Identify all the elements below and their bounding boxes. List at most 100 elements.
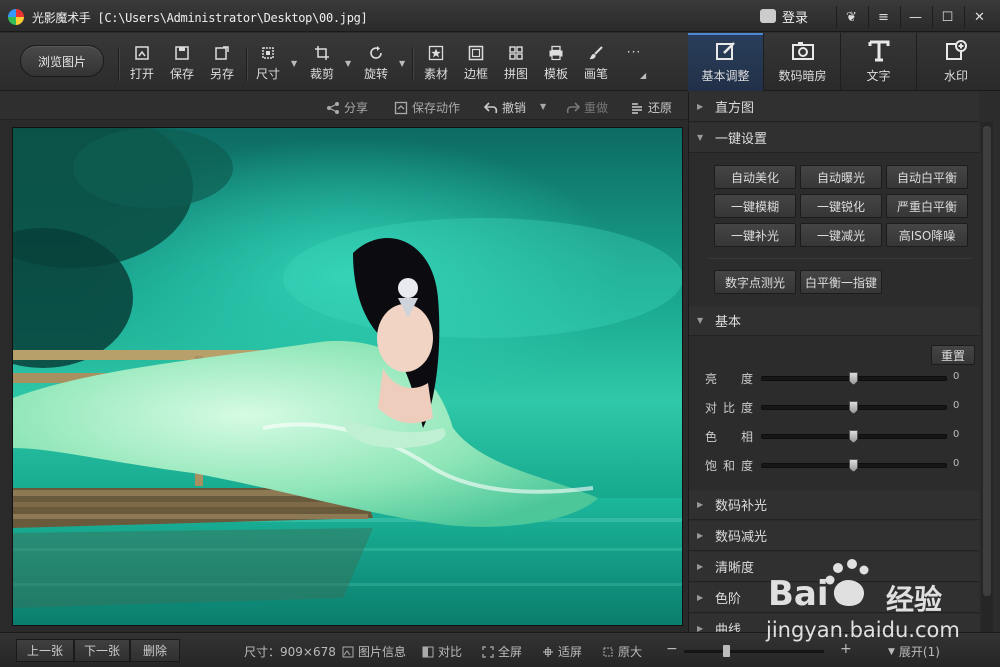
save-as-button[interactable]: 另存 <box>204 45 240 82</box>
section-levels[interactable]: ▶ 色阶 <box>689 583 979 613</box>
toolbar-divider <box>246 47 247 81</box>
brush-button[interactable]: 画笔 <box>578 45 614 82</box>
delete-button[interactable]: 删除 <box>130 639 180 662</box>
material-button[interactable]: 素材 <box>418 45 454 82</box>
hue-value: 0 <box>953 429 960 440</box>
maximize-button[interactable]: ☐ <box>932 6 962 28</box>
tab-basic-adjust[interactable]: 基本调整 <box>688 33 764 91</box>
section-digital-fill-light[interactable]: ▶ 数码补光 <box>689 490 979 520</box>
chevron-right-icon: ▶ <box>697 562 704 571</box>
save-button[interactable]: 保存 <box>164 45 200 82</box>
section-clarity[interactable]: ▶ 清晰度 <box>689 552 979 582</box>
reset-button[interactable]: 重置 <box>931 345 975 365</box>
section-curves[interactable]: ▶ 曲线 <box>689 614 979 632</box>
brush-icon <box>589 46 603 60</box>
crop-dropdown-icon[interactable]: ▼ <box>345 59 353 68</box>
tab-watermark[interactable]: 水印 <box>918 33 994 91</box>
printer-icon <box>549 45 563 61</box>
save-action-button[interactable]: 保存动作 <box>394 99 460 116</box>
toolbar-divider <box>118 47 119 81</box>
section-basic[interactable]: ▼ 基本 <box>689 306 979 336</box>
contrast-slider-knob[interactable] <box>849 401 858 414</box>
auto-exposure-button[interactable]: 自动曝光 <box>800 165 882 189</box>
canvas-area[interactable] <box>0 120 688 632</box>
brightness-slider[interactable] <box>761 372 947 385</box>
previous-image-button[interactable]: 上一张 <box>16 639 74 662</box>
zoom-slider[interactable] <box>684 645 824 657</box>
compare-button[interactable]: 对比 <box>422 643 462 660</box>
more-tools-button[interactable]: ··· <box>616 45 652 59</box>
white-balance-picker-button[interactable]: 白平衡一指键 <box>800 270 882 294</box>
high-iso-denoise-button[interactable]: 高ISO降噪 <box>886 223 968 247</box>
auto-white-balance-button[interactable]: 自动白平衡 <box>886 165 968 189</box>
image-info-button[interactable]: 图片信息 <box>342 643 406 660</box>
section-one-click[interactable]: ▼ 一键设置 <box>689 123 979 153</box>
spot-metering-button[interactable]: 数字点测光 <box>714 270 796 294</box>
hue-slider[interactable] <box>761 430 947 443</box>
restore-button[interactable]: 还原 <box>630 99 672 116</box>
section-histogram[interactable]: ▶ 直方图 <box>689 92 979 122</box>
zoom-in-button[interactable]: + <box>840 641 852 657</box>
minimize-button[interactable]: — <box>900 6 930 28</box>
one-click-sharpen-button[interactable]: 一键锐化 <box>800 194 882 218</box>
original-size-button[interactable]: 原大 <box>602 643 642 660</box>
share-button[interactable]: 分享 <box>326 99 368 116</box>
photo-canvas[interactable] <box>12 127 683 626</box>
undo-dropdown-icon[interactable]: ▼ <box>540 102 546 111</box>
collage-button[interactable]: 拼图 <box>498 45 534 82</box>
tab-text[interactable]: 文字 <box>841 33 917 91</box>
panel-tabs: 基本调整 数码暗房 文字 水印 <box>688 33 1000 91</box>
window-title: 光影魔术手 [C:\Users\Administrator\Desktop\00… <box>32 11 368 25</box>
one-click-fill-light-button[interactable]: 一键补光 <box>714 223 796 247</box>
crop-button[interactable]: 裁剪 <box>304 45 340 82</box>
slider-label-saturation: 饱和度 <box>705 459 760 473</box>
minimize-icon: — <box>909 9 922 25</box>
one-click-reduce-light-button[interactable]: 一键减光 <box>800 223 882 247</box>
zoom-slider-knob[interactable] <box>723 645 730 657</box>
saturation-slider[interactable] <box>761 459 947 472</box>
browse-images-button[interactable]: 浏览图片 <box>20 45 104 77</box>
hue-slider-knob[interactable] <box>849 430 858 443</box>
fit-screen-icon <box>543 646 553 657</box>
skin-button[interactable]: ❦ <box>836 6 866 28</box>
redo-button[interactable]: 重做 <box>566 99 608 116</box>
toolbar-divider <box>412 47 413 81</box>
auto-beautify-button[interactable]: 自动美化 <box>714 165 796 189</box>
tab-digital-darkroom[interactable]: 数码暗房 <box>765 33 841 91</box>
border-button[interactable]: 边框 <box>458 45 494 82</box>
saturation-slider-knob[interactable] <box>849 459 858 472</box>
rotate-button[interactable]: 旋转 <box>358 45 394 82</box>
more-icon: ··· <box>626 45 642 59</box>
expand-button[interactable]: ▼ 展开(1) <box>888 643 940 660</box>
panel-scrollbar[interactable] <box>981 122 993 632</box>
severe-white-balance-button[interactable]: 严重白平衡 <box>886 194 968 218</box>
camera-icon <box>791 42 814 60</box>
grid-icon <box>509 46 523 60</box>
rotate-dropdown-icon[interactable]: ▼ <box>399 59 407 68</box>
frame-icon <box>468 45 484 61</box>
undo-button[interactable]: 撤销 <box>484 99 526 116</box>
zoom-out-button[interactable]: − <box>666 641 678 657</box>
user-icon <box>760 9 776 23</box>
fit-screen-button[interactable]: 适屏 <box>542 643 582 660</box>
bird-icon: ❦ <box>846 9 857 25</box>
brightness-slider-knob[interactable] <box>849 372 858 385</box>
one-click-blur-button[interactable]: 一键模糊 <box>714 194 796 218</box>
resize-dropdown-icon[interactable]: ▼ <box>291 59 299 68</box>
section-digital-reduce-light[interactable]: ▶ 数码减光 <box>689 521 979 551</box>
close-button[interactable]: ✕ <box>964 6 994 28</box>
menu-button[interactable]: ≡ <box>868 6 898 28</box>
template-button[interactable]: 模板 <box>538 45 574 82</box>
panel-scrollbar-thumb[interactable] <box>983 126 991 596</box>
login-button[interactable]: 登录 <box>760 5 836 27</box>
restore-icon <box>632 102 642 114</box>
next-image-button[interactable]: 下一张 <box>74 639 130 662</box>
contrast-slider[interactable] <box>761 401 947 414</box>
open-button[interactable]: 打开 <box>124 45 160 82</box>
fullscreen-button[interactable]: 全屏 <box>482 643 522 660</box>
expand-arrow-icon: ▼ <box>888 646 895 657</box>
resize-button[interactable]: 尺寸 <box>250 45 286 82</box>
chevron-down-icon: ▼ <box>697 316 704 325</box>
action-bar: 分享 保存动作 撤销 ▼ 重做 还原 <box>0 92 688 120</box>
toolbar-expand-icon[interactable]: ◢ <box>640 71 648 80</box>
